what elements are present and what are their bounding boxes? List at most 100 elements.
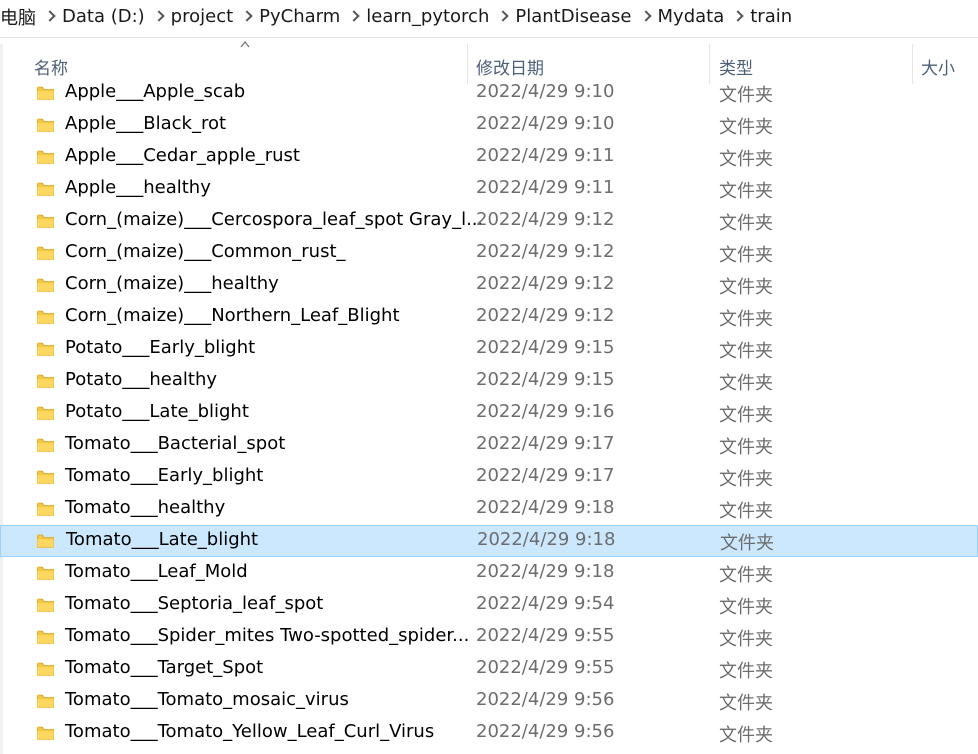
chevron-right-icon[interactable] [632, 0, 658, 33]
table-row[interactable]: Corn_(maize)___Northern_Leaf_Blight 2022/… [0, 301, 978, 333]
table-row[interactable]: Corn_(maize)___Cercospora_leaf_spot Gray… [0, 205, 978, 237]
file-type: 文件夹 [719, 245, 773, 266]
folder-icon [37, 214, 54, 228]
file-type: 文件夹 [719, 277, 773, 298]
file-name: Tomato___Tomato_Yellow_Leaf_Curl_Virus [65, 721, 435, 742]
file-type: 文件夹 [719, 181, 773, 202]
file-type: 文件夹 [719, 85, 773, 106]
chevron-right-icon[interactable] [145, 0, 171, 33]
folder-icon [37, 86, 54, 100]
chevron-right-icon[interactable] [233, 0, 259, 33]
file-name: Potato___healthy [65, 369, 218, 390]
file-name: Tomato___Leaf_Mold [65, 561, 248, 582]
file-type: 文件夹 [719, 117, 773, 138]
sort-up-icon [240, 40, 250, 48]
folder-icon [37, 374, 54, 388]
file-type: 文件夹 [719, 309, 773, 330]
modified-date: 2022/4/29 9:18 [476, 561, 615, 582]
modified-date: 2022/4/29 9:11 [476, 145, 615, 166]
table-row[interactable]: Corn_(maize)___healthy 2022/4/29 9:12 文件夹 [0, 269, 978, 301]
breadcrumb-item[interactable]: Mydata [658, 6, 725, 27]
file-name: Corn_(maize)___Cercospora_leaf_spot Gray… [65, 209, 484, 230]
modified-date: 2022/4/29 9:16 [476, 401, 615, 422]
file-type: 文件夹 [719, 725, 773, 746]
file-type: 文件夹 [719, 501, 773, 522]
folder-icon [37, 342, 54, 356]
modified-date: 2022/4/29 9:56 [476, 721, 615, 742]
file-type: 文件夹 [719, 149, 773, 170]
folder-icon [37, 598, 54, 612]
table-row[interactable]: Apple___Apple_scab 2022/4/29 9:10 文件夹 [0, 77, 978, 109]
chevron-right-icon[interactable] [724, 0, 750, 33]
folder-icon [37, 694, 54, 708]
breadcrumb-item[interactable]: project [171, 6, 233, 27]
folder-icon [37, 534, 54, 548]
breadcrumb-item[interactable]: train [750, 6, 792, 27]
modified-date: 2022/4/29 9:15 [476, 369, 615, 390]
file-type: 文件夹 [719, 213, 773, 234]
folder-icon [37, 726, 54, 740]
breadcrumb-item[interactable]: Data (D:) [62, 6, 145, 27]
modified-date: 2022/4/29 9:12 [476, 305, 615, 326]
table-row[interactable]: Tomato___Early_blight 2022/4/29 9:17 文件夹 [0, 461, 978, 493]
chevron-right-icon[interactable] [36, 0, 62, 33]
table-row[interactable]: Potato___Early_blight 2022/4/29 9:15 文件夹 [0, 333, 978, 365]
file-name: Corn_(maize)___healthy [65, 273, 279, 294]
modified-date: 2022/4/29 9:56 [476, 689, 615, 710]
table-row[interactable]: Tomato___Septoria_leaf_spot 2022/4/29 9:5… [0, 589, 978, 621]
table-row-selected[interactable]: Tomato___Late_blight 2022/4/29 9:18 文件夹 [0, 525, 978, 557]
modified-date: 2022/4/29 9:18 [476, 497, 615, 518]
modified-date: 2022/4/29 9:55 [476, 625, 615, 646]
file-type: 文件夹 [719, 341, 773, 362]
folder-icon [37, 246, 54, 260]
table-row[interactable]: Tomato___Tomato_Yellow_Leaf_Curl_Virus 20… [0, 717, 978, 749]
file-name: Potato___Late_blight [65, 401, 249, 422]
modified-date: 2022/4/29 9:18 [477, 529, 616, 550]
table-row[interactable]: Tomato___healthy 2022/4/29 9:18 文件夹 [0, 493, 978, 525]
table-row[interactable]: Tomato___Spider_mites Two-spotted_spider… [0, 621, 978, 653]
folder-icon [37, 502, 54, 516]
file-name: Apple___Black_rot [65, 113, 227, 134]
file-name: Tomato___healthy [65, 497, 226, 518]
breadcrumb-item[interactable]: learn_pytorch [366, 6, 489, 27]
file-name: Apple___healthy [65, 177, 211, 198]
table-row[interactable]: Corn_(maize)___Common_rust_ 2022/4/29 9:1… [0, 237, 978, 269]
table-row[interactable]: Apple___healthy 2022/4/29 9:11 文件夹 [0, 173, 978, 205]
table-row[interactable]: Tomato___Leaf_Mold 2022/4/29 9:18 文件夹 [0, 557, 978, 589]
modified-date: 2022/4/29 9:12 [476, 273, 615, 294]
modified-date: 2022/4/29 9:10 [476, 81, 615, 102]
modified-date: 2022/4/29 9:10 [476, 113, 615, 134]
file-name: Tomato___Bacterial_spot [65, 433, 286, 454]
chevron-right-icon[interactable] [489, 0, 515, 33]
breadcrumb-item[interactable]: 电脑 [0, 4, 36, 30]
file-name: Apple___Apple_scab [65, 81, 246, 102]
chevron-right-icon[interactable] [340, 0, 366, 33]
file-type: 文件夹 [719, 437, 773, 458]
file-name: Potato___Early_blight [65, 337, 256, 358]
table-row[interactable]: Tomato___Target_Spot 2022/4/29 9:55 文件夹 [0, 653, 978, 685]
table-row[interactable]: Potato___Late_blight 2022/4/29 9:16 文件夹 [0, 397, 978, 429]
file-name: Corn_(maize)___Northern_Leaf_Blight [65, 305, 400, 326]
folder-icon [37, 438, 54, 452]
table-row[interactable]: Apple___Black_rot 2022/4/29 9:10 文件夹 [0, 109, 978, 141]
file-type: 文件夹 [719, 373, 773, 394]
table-row[interactable]: Tomato___Bacterial_spot 2022/4/29 9:17 文件夹 [0, 429, 978, 461]
modified-date: 2022/4/29 9:12 [476, 209, 615, 230]
table-row[interactable]: Apple___Cedar_apple_rust 2022/4/29 9:11 文件… [0, 141, 978, 173]
modified-date: 2022/4/29 9:54 [476, 593, 615, 614]
file-type: 文件夹 [719, 597, 773, 618]
table-row[interactable]: Potato___healthy 2022/4/29 9:15 文件夹 [0, 365, 978, 397]
modified-date: 2022/4/29 9:17 [476, 465, 615, 486]
file-type: 文件夹 [719, 693, 773, 714]
file-name: Corn_(maize)___Common_rust_ [65, 241, 346, 262]
breadcrumb-item[interactable]: PyCharm [259, 6, 340, 27]
table-row[interactable]: Tomato___Tomato_mosaic_virus 2022/4/29 9:… [0, 685, 978, 717]
file-name: Tomato___Septoria_leaf_spot [65, 593, 324, 614]
file-name: Tomato___Spider_mites Two-spotted_spider… [65, 625, 470, 646]
breadcrumb-item[interactable]: PlantDisease [515, 6, 631, 27]
file-type: 文件夹 [719, 405, 773, 426]
file-type: 文件夹 [719, 661, 773, 682]
file-name: Tomato___Tomato_mosaic_virus [65, 689, 349, 710]
folder-icon [37, 406, 54, 420]
folder-icon [37, 278, 54, 292]
